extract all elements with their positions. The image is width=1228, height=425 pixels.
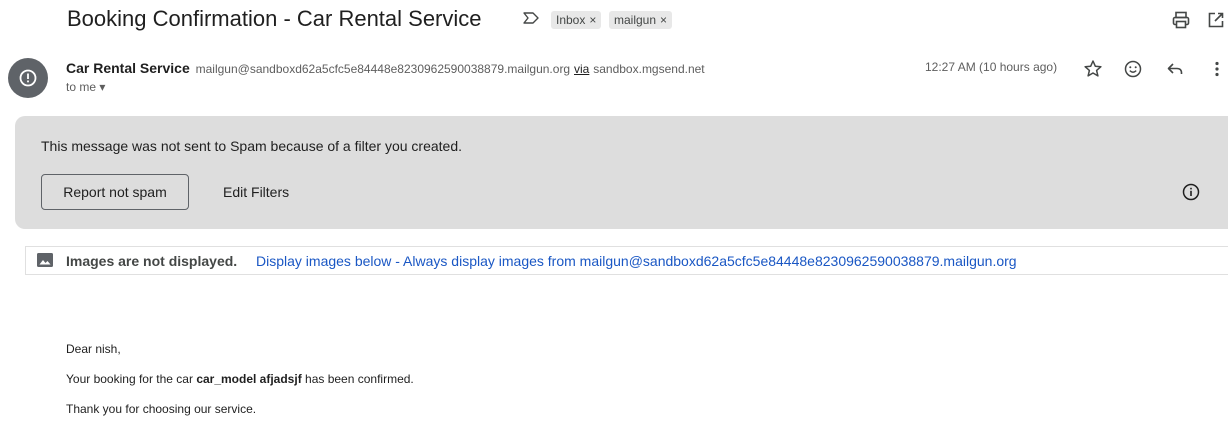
more-vert-icon[interactable] [1206, 58, 1228, 80]
body-line-suffix: has been confirmed. [301, 372, 414, 386]
spam-notice-banner [15, 116, 1228, 229]
sender-name[interactable]: Car Rental Service [66, 60, 190, 76]
alert-icon [19, 69, 37, 87]
label-chip-name: Inbox [556, 13, 586, 27]
sender-email: mailgun@sandboxd62a5cfc5e84448e823096259… [195, 62, 571, 76]
label-chip-mailgun: mailgun × [609, 11, 673, 29]
sender-avatar[interactable] [8, 58, 48, 98]
label-chip-name: mailgun [614, 13, 657, 27]
star-icon[interactable] [1082, 58, 1104, 80]
email-greeting: Dear nish, [66, 342, 121, 356]
car-model-name: car_model afjadsjf [196, 372, 302, 386]
edit-filters-button[interactable]: Edit Filters [223, 184, 289, 200]
display-images-link[interactable]: Display images below - Always display im… [256, 253, 1017, 269]
important-marker-icon[interactable] [522, 9, 540, 27]
remove-label-mailgun-button[interactable]: × [660, 13, 667, 27]
reply-icon[interactable] [1164, 58, 1186, 80]
info-icon[interactable] [1181, 182, 1201, 202]
emoji-icon[interactable] [1122, 58, 1144, 80]
email-body-line: Your booking for the car car_model afjad… [66, 372, 414, 386]
recipient-details-toggle[interactable]: to me ▾ [66, 80, 105, 94]
report-not-spam-button[interactable]: Report not spam [41, 174, 189, 210]
print-icon[interactable] [1171, 10, 1191, 30]
remove-label-inbox-button[interactable]: × [589, 13, 596, 27]
via-link[interactable]: via [574, 62, 589, 76]
via-domain: sandbox.mgsend.net [593, 62, 705, 76]
image-icon [37, 253, 53, 267]
email-thanks-line: Thank you for choosing our service. [66, 402, 257, 416]
open-in-new-window-icon[interactable] [1206, 10, 1226, 30]
images-hidden-notice: Images are not displayed. [66, 253, 238, 269]
body-line-prefix: Your booking for the car [66, 372, 197, 386]
email-subject: Booking Confirmation - Car Rental Servic… [67, 6, 482, 31]
label-chip-inbox: Inbox × [551, 11, 602, 29]
sender-line: Car Rental Service mailgun@sandboxd62a5c… [66, 60, 705, 76]
email-timestamp: 12:27 AM (10 hours ago) [925, 60, 1058, 74]
spam-notice-message: This message was not sent to Spam becaus… [41, 138, 462, 154]
